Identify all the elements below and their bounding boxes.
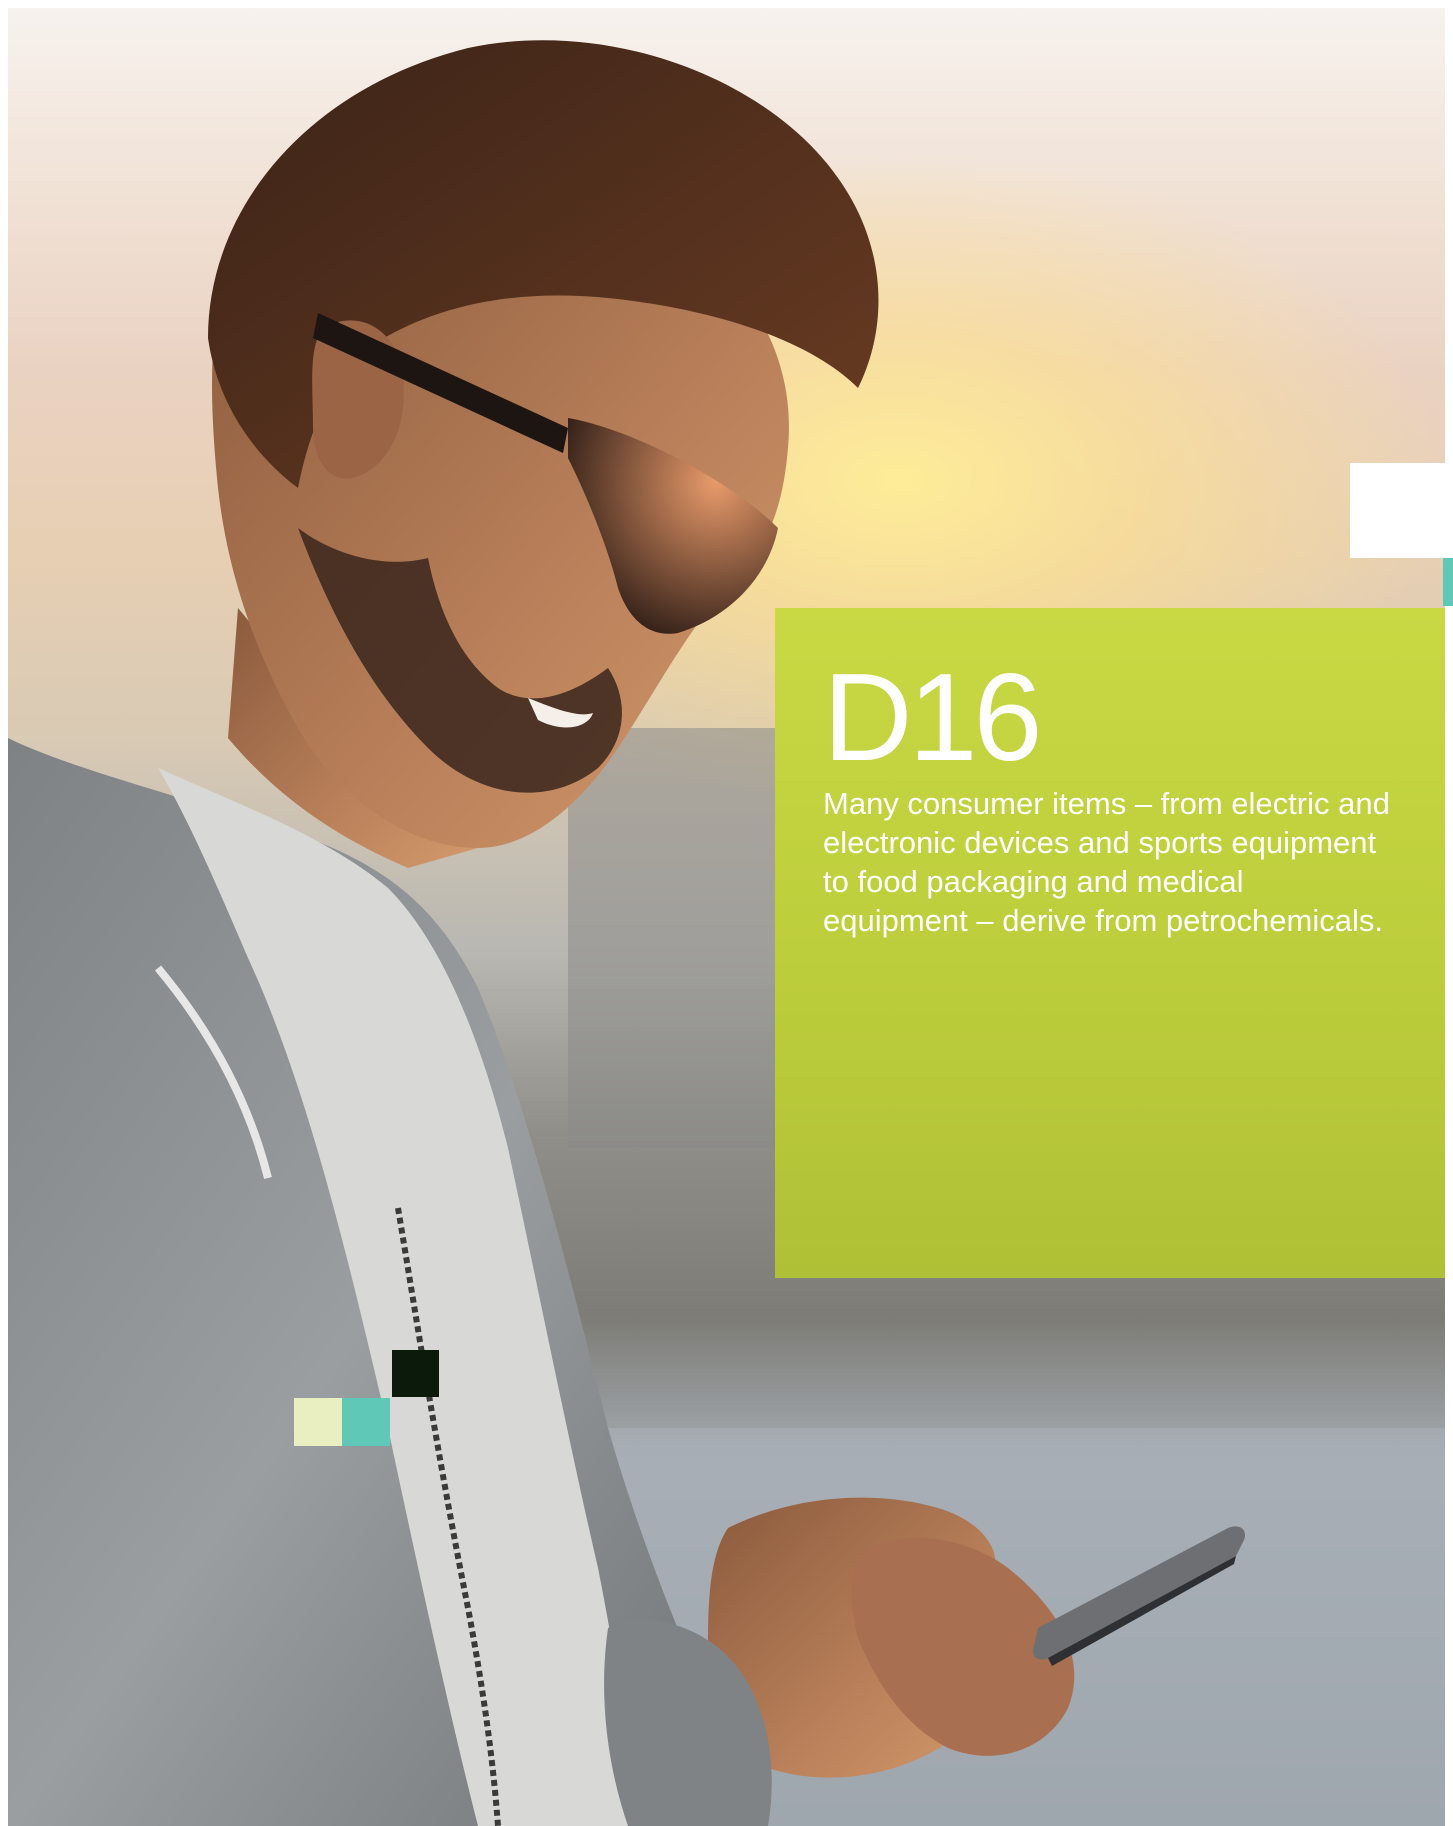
decorative-white-square (1350, 463, 1445, 558)
panel-description: Many consumer items – from electric and … (823, 786, 1390, 938)
page: D16 Many consumer items – from electric … (0, 0, 1453, 1826)
decorative-teal-square (342, 1398, 390, 1446)
decorative-cream-square (294, 1398, 342, 1446)
info-panel: D16 Many consumer items – from electric … (775, 608, 1445, 1278)
decorative-teal-bar (1443, 558, 1453, 606)
panel-code: D16 (823, 649, 1042, 787)
decorative-dark-square (392, 1350, 439, 1397)
